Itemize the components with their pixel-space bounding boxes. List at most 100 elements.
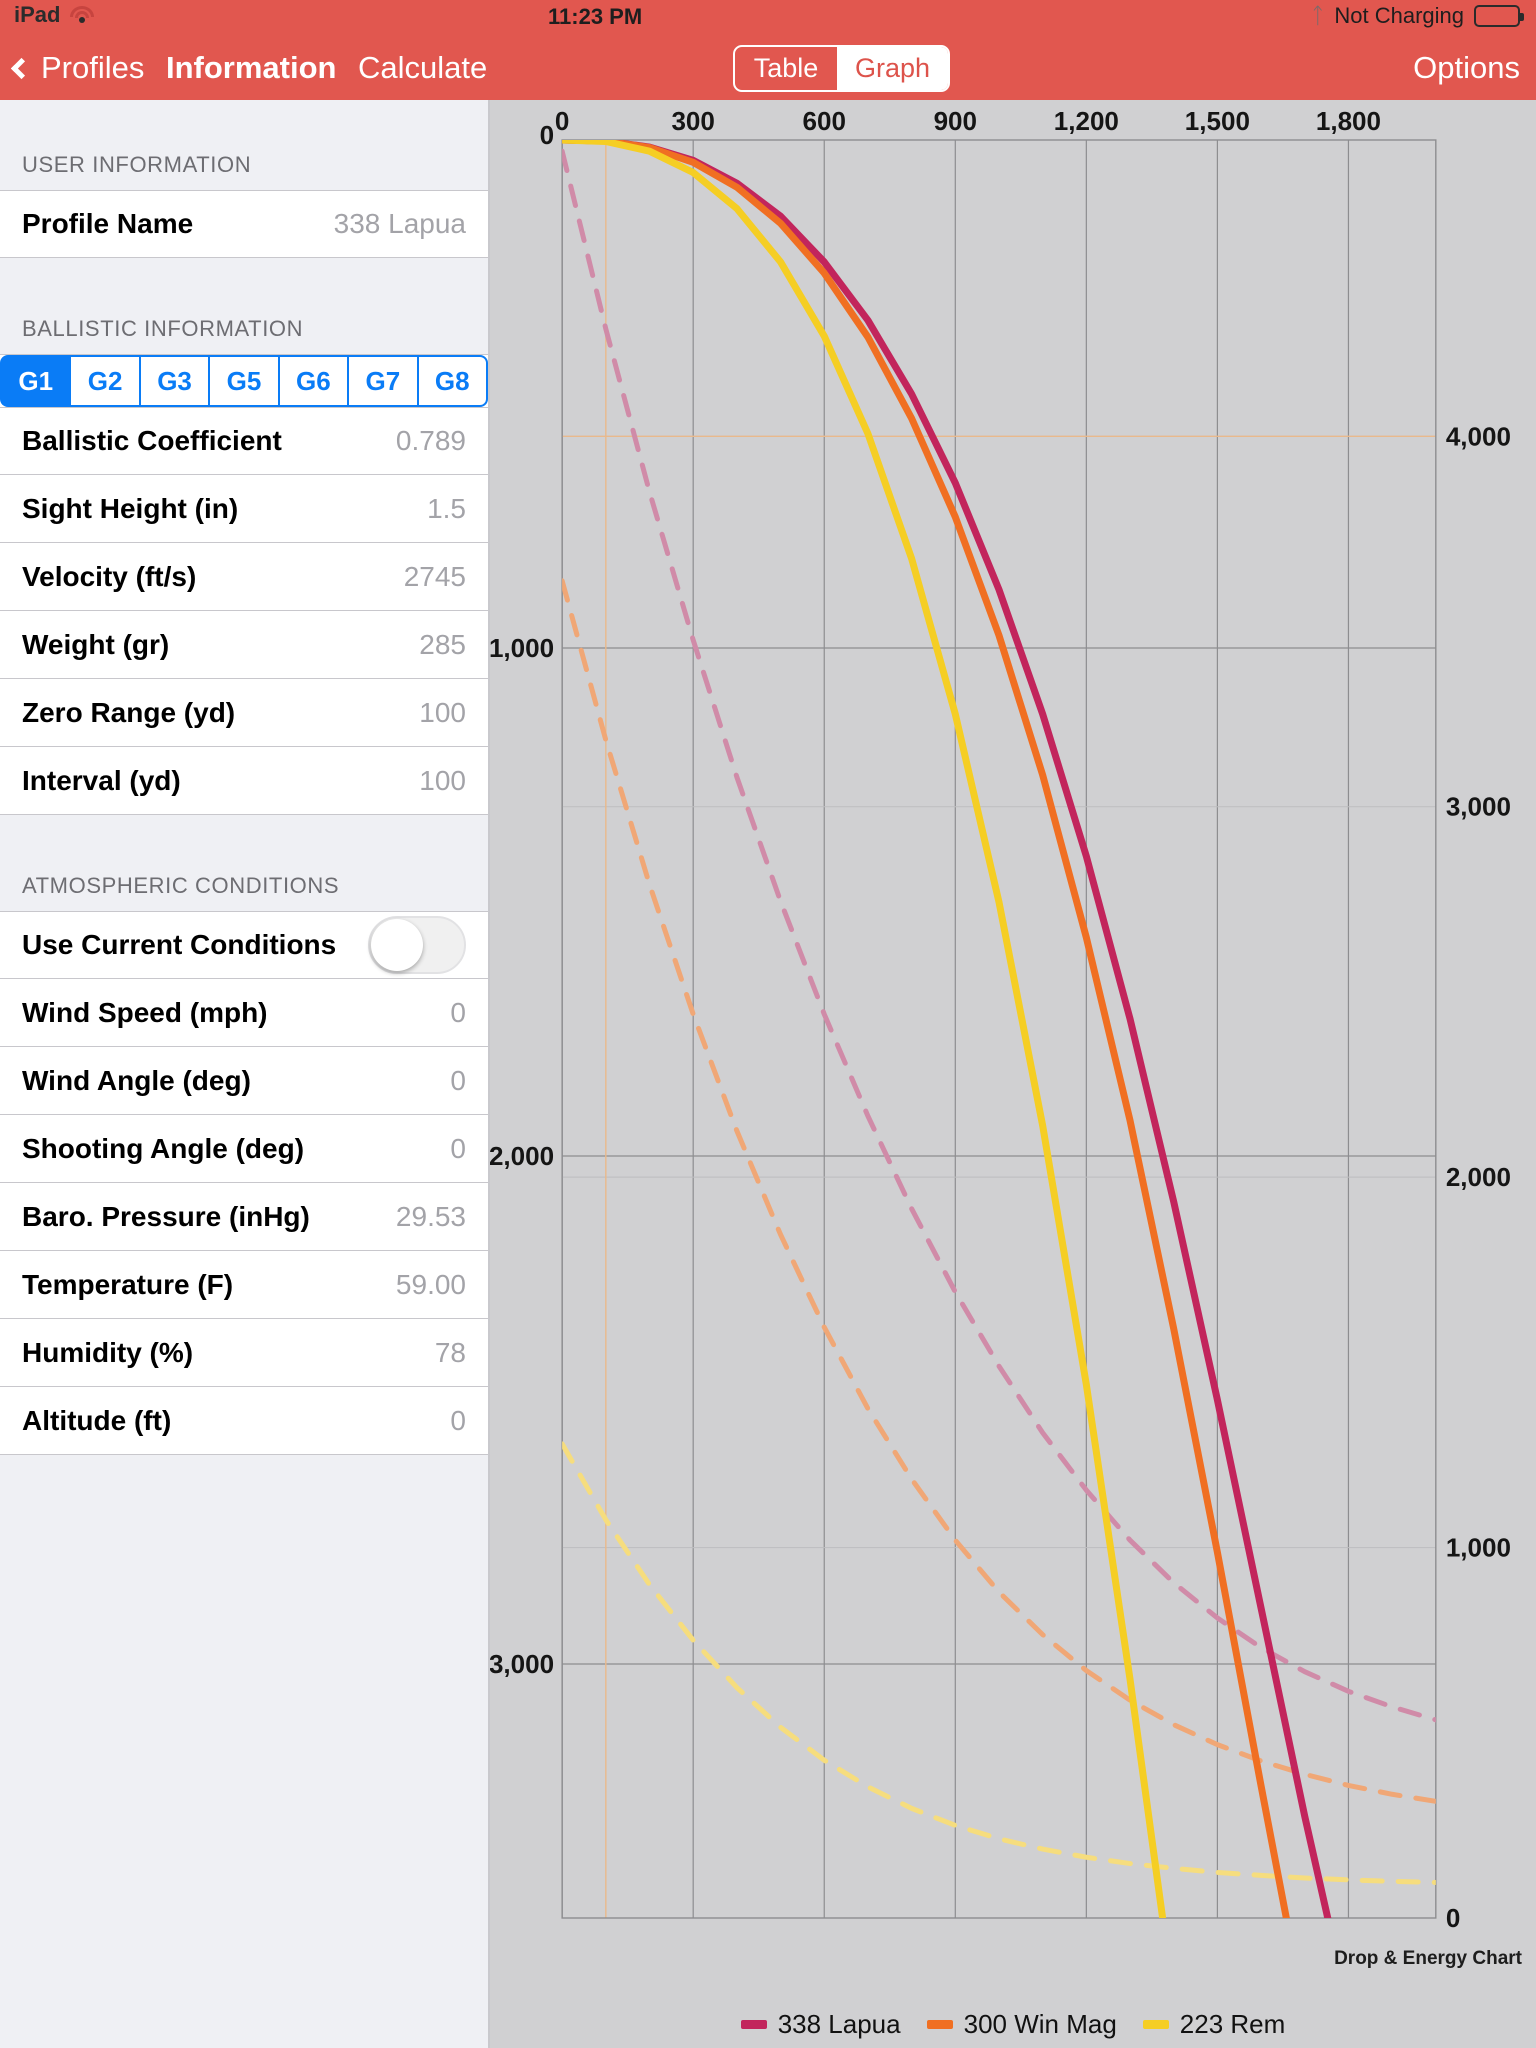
- top-bar: iPad 11:23 PM ᛏ Not Charging Profiles In…: [0, 0, 1536, 100]
- row-label: Baro. Pressure (inHg): [22, 1200, 310, 1232]
- svg-text:1,500: 1,500: [1185, 106, 1250, 136]
- wifi-icon: [69, 5, 95, 25]
- svg-text:-2,000: -2,000: [490, 1141, 554, 1171]
- row-wind-speed[interactable]: Wind Speed (mph) 0: [0, 979, 488, 1047]
- chevron-left-icon: [10, 57, 33, 79]
- row-label: Interval (yd): [22, 764, 181, 796]
- svg-text:3,000: 3,000: [1446, 792, 1511, 822]
- row-value: 0: [450, 1404, 466, 1436]
- row-value: 100: [419, 764, 466, 796]
- row-profile-name[interactable]: Profile Name 338 Lapua: [0, 190, 488, 258]
- drag-model-g1[interactable]: G1: [0, 355, 70, 407]
- status-bar-right: ᛏ Not Charging: [1311, 3, 1524, 29]
- content-area: USER INFORMATION Profile Name 338 Lapua …: [0, 100, 1536, 2048]
- legend-item: 338 Lapua: [740, 2009, 901, 2040]
- app-root: iPad 11:23 PM ᛏ Not Charging Profiles In…: [0, 0, 1536, 2048]
- row-shooting-angle[interactable]: Shooting Angle (deg) 0: [0, 1115, 488, 1183]
- svg-text:-1,000: -1,000: [490, 633, 554, 663]
- battery-status-label: Not Charging: [1334, 3, 1464, 28]
- row-use-current-conditions[interactable]: Use Current Conditions: [0, 911, 488, 979]
- drag-model-segmented-control[interactable]: G1 G2 G3 G5 G6 G7 G8: [0, 354, 488, 407]
- drag-model-g2[interactable]: G2: [69, 355, 139, 407]
- row-value: 0: [450, 1132, 466, 1164]
- row-label: Use Current Conditions: [22, 929, 337, 960]
- drag-model-g6[interactable]: G6: [277, 355, 348, 407]
- row-value: 2745: [403, 560, 466, 592]
- svg-text:2,000: 2,000: [1446, 1162, 1511, 1192]
- legend-item: 300 Win Mag: [926, 2009, 1117, 2040]
- row-label: Weight (gr): [22, 628, 170, 660]
- row-sight-height[interactable]: Sight Height (in) 1.5: [0, 475, 488, 543]
- row-value: 0: [450, 996, 466, 1028]
- view-mode-segmented-control[interactable]: Table Graph: [733, 45, 951, 92]
- section-header-user-information: USER INFORMATION: [0, 100, 488, 190]
- row-label: Wind Angle (deg): [22, 1064, 251, 1096]
- row-label: Profile Name: [22, 208, 194, 239]
- row-velocity[interactable]: Velocity (ft/s) 2745: [0, 543, 488, 611]
- legend-label: 300 Win Mag: [963, 2009, 1117, 2039]
- svg-text:900: 900: [934, 106, 977, 136]
- legend-label: 338 Lapua: [777, 2009, 901, 2039]
- row-value: 338 Lapua: [333, 208, 466, 239]
- device-name-label: iPad: [14, 2, 61, 27]
- row-ballistic-coefficient[interactable]: Ballistic Coefficient 0.789: [0, 407, 488, 475]
- svg-text:0: 0: [1446, 1903, 1460, 1933]
- back-to-profiles-button[interactable]: Profiles: [10, 50, 145, 86]
- legend-swatch: [1142, 2020, 1169, 2029]
- row-label: Temperature (F): [22, 1268, 234, 1300]
- row-wind-angle[interactable]: Wind Angle (deg) 0: [0, 1047, 488, 1115]
- row-label: Ballistic Coefficient: [22, 425, 282, 456]
- row-baro-pressure[interactable]: Baro. Pressure (inHg) 29.53: [0, 1183, 488, 1251]
- page-title: Information: [166, 50, 337, 85]
- status-bar: iPad 11:23 PM ᛏ Not Charging: [0, 0, 1536, 36]
- bluetooth-icon: ᛏ: [1311, 3, 1325, 28]
- svg-text:0: 0: [540, 120, 554, 150]
- row-value: 0.789: [395, 425, 466, 456]
- back-button-label: Profiles: [41, 50, 145, 85]
- legend-swatch: [926, 2020, 953, 2029]
- drag-model-g8[interactable]: G8: [416, 355, 488, 407]
- row-value: 0: [450, 1064, 466, 1096]
- row-label: Zero Range (yd): [22, 696, 236, 728]
- row-humidity[interactable]: Humidity (%) 78: [0, 1319, 488, 1387]
- row-weight[interactable]: Weight (gr) 285: [0, 611, 488, 679]
- row-label: Wind Speed (mph): [22, 996, 268, 1028]
- section-header-atmospheric-conditions: ATMOSPHERIC CONDITIONS: [0, 815, 488, 911]
- svg-text:-3,000: -3,000: [490, 1649, 554, 1679]
- row-label: Velocity (ft/s): [22, 560, 197, 592]
- tab-graph[interactable]: Graph: [837, 47, 949, 90]
- drag-model-g5[interactable]: G5: [208, 355, 278, 407]
- svg-text:4,000: 4,000: [1446, 421, 1511, 451]
- drag-model-g3[interactable]: G3: [138, 355, 209, 407]
- svg-text:600: 600: [803, 106, 846, 136]
- row-value: 59.00: [395, 1268, 466, 1300]
- row-value: 78: [434, 1336, 466, 1368]
- calculate-button[interactable]: Calculate: [358, 50, 487, 86]
- chart-svg: 0 300 600 900 1,200 1,500 1,800 0 -1,000 -2,000 -3…: [490, 106, 1511, 1933]
- legend-swatch: [740, 2020, 767, 2029]
- options-button[interactable]: Options: [1413, 50, 1520, 86]
- drag-model-g7[interactable]: G7: [347, 355, 417, 407]
- row-zero-range[interactable]: Zero Range (yd) 100: [0, 679, 488, 747]
- use-current-conditions-toggle[interactable]: [368, 916, 466, 974]
- section-header-ballistic-information: BALLISTIC INFORMATION: [0, 258, 488, 354]
- drop-energy-chart[interactable]: 0 300 600 900 1,200 1,500 1,800 0 -1,000 -2,000 -3…: [490, 100, 1536, 2048]
- battery-icon: [1474, 5, 1524, 27]
- svg-text:0: 0: [555, 106, 569, 136]
- settings-sidebar[interactable]: USER INFORMATION Profile Name 338 Lapua …: [0, 100, 490, 2048]
- svg-text:1,800: 1,800: [1316, 106, 1381, 136]
- row-temperature[interactable]: Temperature (F) 59.00: [0, 1251, 488, 1319]
- svg-text:300: 300: [671, 106, 714, 136]
- chart-legend: 338 Lapua 300 Win Mag 223 Rem: [490, 2009, 1536, 2040]
- row-label: Sight Height (in): [22, 492, 239, 524]
- toggle-knob: [371, 919, 423, 971]
- row-value: 285: [419, 628, 466, 660]
- status-bar-left: iPad: [14, 2, 95, 28]
- row-interval[interactable]: Interval (yd) 100: [0, 747, 488, 815]
- status-bar-clock: 11:23 PM: [548, 4, 643, 29]
- tab-table[interactable]: Table: [735, 47, 837, 90]
- chart-title: Drop & Energy Chart: [1334, 1948, 1522, 1969]
- row-label: Altitude (ft): [22, 1404, 172, 1436]
- row-value: 100: [419, 696, 466, 728]
- row-altitude[interactable]: Altitude (ft) 0: [0, 1387, 488, 1455]
